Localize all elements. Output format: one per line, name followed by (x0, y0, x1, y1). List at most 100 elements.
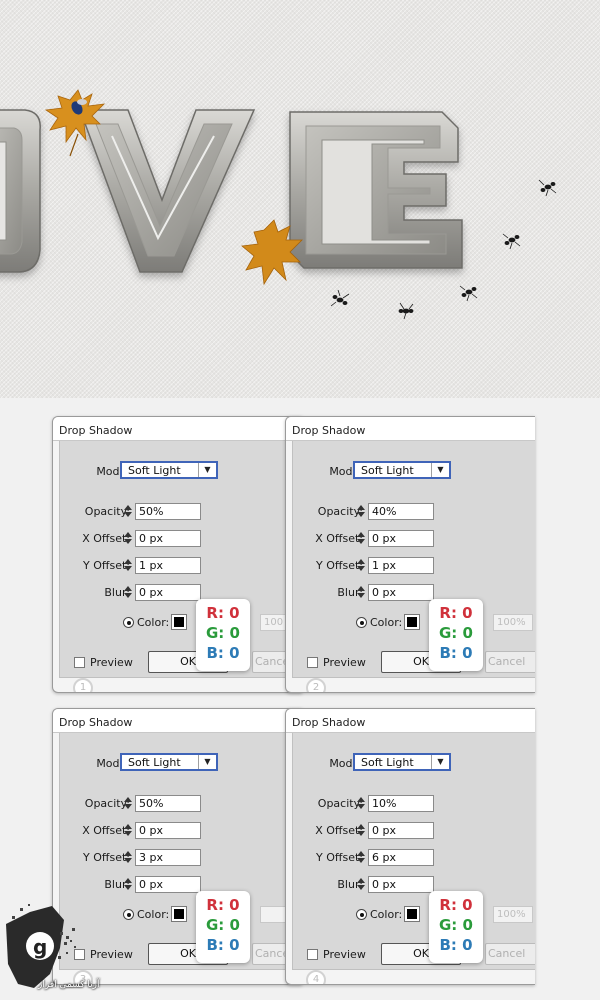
mode-select[interactable]: Soft Light ▼ (353, 461, 451, 479)
mode-select[interactable]: Soft Light ▼ (120, 753, 218, 771)
stepper-down-icon[interactable] (357, 539, 365, 544)
mode-select[interactable]: Soft Light ▼ (120, 461, 218, 479)
stepper-down-icon[interactable] (124, 593, 132, 598)
opacity-stepper[interactable] (124, 503, 134, 519)
stepper-down-icon[interactable] (124, 831, 132, 836)
x-offset-stepper[interactable] (124, 822, 134, 838)
chevron-down-icon[interactable]: ▼ (431, 755, 449, 769)
stepper-up-icon[interactable] (124, 824, 132, 829)
opacity-stepper[interactable] (357, 503, 367, 519)
y-offset-field[interactable]: 6 px (368, 849, 434, 866)
mode-select[interactable]: Soft Light ▼ (353, 753, 451, 771)
x-offset-stepper[interactable] (124, 530, 134, 546)
chevron-down-icon[interactable]: ▼ (431, 463, 449, 477)
x-offset-field[interactable]: 0 px (135, 530, 201, 547)
stepper-down-icon[interactable] (124, 539, 132, 544)
stepper-up-icon[interactable] (357, 505, 365, 510)
y-offset-stepper[interactable] (124, 557, 134, 573)
color-radio[interactable] (356, 909, 367, 920)
color-swatch[interactable] (404, 906, 420, 922)
color-radio[interactable] (356, 617, 367, 628)
stepper-down-icon[interactable] (124, 885, 132, 890)
y-offset-stepper[interactable] (124, 849, 134, 865)
stepper-down-icon[interactable] (357, 566, 365, 571)
x-offset-field[interactable]: 0 px (368, 530, 434, 547)
drop-shadow-dialog: Drop Shadow Mode: Soft Light ▼ Opacity: … (285, 416, 535, 693)
stepper-up-icon[interactable] (357, 878, 365, 883)
blur-field[interactable]: 0 px (368, 584, 434, 601)
stepper-up-icon[interactable] (357, 586, 365, 591)
blur-stepper[interactable] (357, 584, 367, 600)
stepper-up-icon[interactable] (124, 586, 132, 591)
y-offset-field[interactable]: 1 px (135, 557, 201, 574)
blur-field[interactable]: 0 px (135, 876, 201, 893)
stepper-up-icon[interactable] (124, 851, 132, 856)
chevron-down-icon[interactable]: ▼ (198, 463, 216, 477)
stepper-up-icon[interactable] (357, 559, 365, 564)
blur-field[interactable]: 0 px (135, 584, 201, 601)
stepper-down-icon[interactable] (357, 593, 365, 598)
y-offset-label: Y Offset: (316, 851, 363, 864)
color-radio[interactable] (123, 909, 134, 920)
stepper-up-icon[interactable] (124, 559, 132, 564)
blur-stepper[interactable] (357, 876, 367, 892)
opacity-stepper[interactable] (124, 795, 134, 811)
opacity-field[interactable]: 50% (135, 795, 201, 812)
blur-field[interactable]: 0 px (368, 876, 434, 893)
preview-checkbox[interactable] (74, 657, 85, 668)
stepper-up-icon[interactable] (124, 797, 132, 802)
stepper-down-icon[interactable] (357, 512, 365, 517)
chevron-down-icon[interactable]: ▼ (198, 755, 216, 769)
preview-label: Preview (323, 656, 366, 669)
opacity-label: Opacity: (84, 505, 130, 518)
stepper-down-icon[interactable] (124, 566, 132, 571)
stepper-down-icon[interactable] (124, 804, 132, 809)
stepper-down-icon[interactable] (357, 804, 365, 809)
x-offset-field[interactable]: 0 px (135, 822, 201, 839)
y-offset-field[interactable]: 1 px (368, 557, 434, 574)
dialog-title: Drop Shadow (286, 417, 535, 441)
x-offset-label: X Offset: (315, 532, 363, 545)
stepper-up-icon[interactable] (124, 505, 132, 510)
stepper-up-icon[interactable] (357, 824, 365, 829)
mode-select-value: Soft Light (128, 756, 181, 769)
blur-stepper[interactable] (124, 876, 134, 892)
dialog-title: Drop Shadow (53, 417, 302, 441)
artwork-illustration (0, 89, 557, 320)
step-number: 2 (306, 678, 326, 692)
stepper-down-icon[interactable] (124, 512, 132, 517)
opacity-stepper[interactable] (357, 795, 367, 811)
preview-checkbox[interactable] (307, 657, 318, 668)
stepper-up-icon[interactable] (357, 797, 365, 802)
y-offset-stepper[interactable] (357, 557, 367, 573)
stepper-up-icon[interactable] (124, 532, 132, 537)
x-offset-stepper[interactable] (357, 530, 367, 546)
preview-checkbox[interactable] (307, 949, 318, 960)
x-offset-field[interactable]: 0 px (368, 822, 434, 839)
stepper-down-icon[interactable] (357, 858, 365, 863)
color-swatch[interactable] (171, 906, 187, 922)
stepper-up-icon[interactable] (357, 851, 365, 856)
stepper-down-icon[interactable] (124, 858, 132, 863)
cancel-button[interactable]: Cancel (485, 651, 535, 673)
stepper-down-icon[interactable] (357, 885, 365, 890)
x-offset-stepper[interactable] (357, 822, 367, 838)
color-swatch[interactable] (171, 614, 187, 630)
blur-label: Blur: (104, 586, 130, 599)
color-swatch[interactable] (404, 614, 420, 630)
stepper-down-icon[interactable] (357, 831, 365, 836)
dialog-body: Mode: Soft Light ▼ Opacity: 40% X Offset… (292, 441, 535, 678)
y-offset-field[interactable]: 3 px (135, 849, 201, 866)
color-radio[interactable] (123, 617, 134, 628)
cancel-button[interactable]: Cancel (485, 943, 535, 965)
color-label: Color: (370, 908, 403, 921)
opacity-field[interactable]: 40% (368, 503, 434, 520)
stepper-up-icon[interactable] (357, 532, 365, 537)
y-offset-stepper[interactable] (357, 849, 367, 865)
opacity-field[interactable]: 10% (368, 795, 434, 812)
opacity-field[interactable]: 50% (135, 503, 201, 520)
blur-stepper[interactable] (124, 584, 134, 600)
ant-icon (459, 285, 478, 302)
rgb-values-card: R: 0 G: 0 B: 0 (196, 891, 250, 963)
stepper-up-icon[interactable] (124, 878, 132, 883)
